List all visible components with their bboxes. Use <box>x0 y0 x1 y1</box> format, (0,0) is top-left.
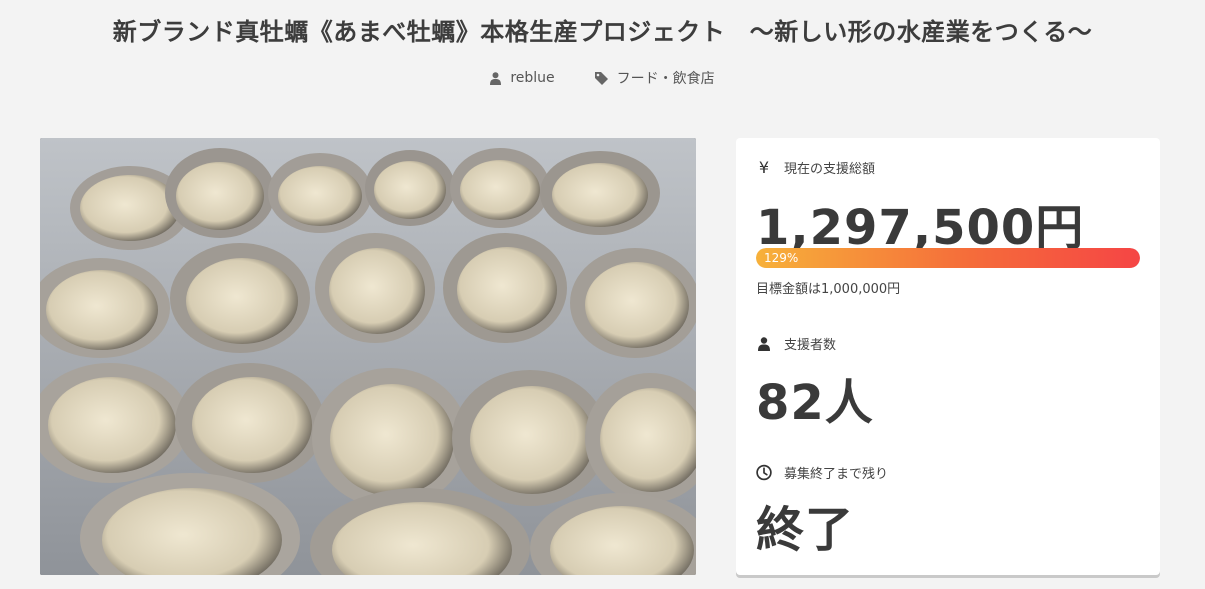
project-meta: reblue フード・飲食店 <box>0 68 1205 88</box>
yen-icon: ¥ <box>758 158 770 177</box>
supporters-label: 支援者数 <box>756 334 836 353</box>
user-icon <box>756 335 772 353</box>
clock-icon <box>756 464 772 482</box>
funding-progress-bar: 129% <box>756 248 1140 268</box>
author-name: reblue <box>510 70 555 86</box>
progress-fill <box>756 248 1140 268</box>
author-link[interactable]: reblue <box>490 68 555 88</box>
oysters-illustration <box>40 138 696 575</box>
tag-icon <box>594 71 608 85</box>
category-link[interactable]: フード・飲食店 <box>594 68 715 88</box>
funding-status-panel: ¥ 現在の支援総額 1,297,500円 129% 目標金額は1,000,000… <box>736 138 1160 575</box>
user-icon <box>490 71 502 85</box>
progress-percent: 129% <box>764 251 799 265</box>
project-page: 新ブランド真牡蠣《あまべ牡蠣》本格生産プロジェクト ～新しい形の水産業をつくる～… <box>0 0 1205 589</box>
remaining-time-label: 募集終了まで残り <box>756 463 888 482</box>
category-name: フード・飲食店 <box>616 71 715 87</box>
current-amount-label: ¥ 現在の支援総額 <box>756 158 875 177</box>
page-title: 新ブランド真牡蠣《あまべ牡蠣》本格生産プロジェクト ～新しい形の水産業をつくる～ <box>112 18 1093 46</box>
project-hero-image <box>40 138 696 575</box>
supporters-count: 82人 <box>756 375 874 431</box>
remaining-time-value: 終了 <box>756 502 855 558</box>
goal-amount: 目標金額は1,000,000円 <box>756 282 901 297</box>
